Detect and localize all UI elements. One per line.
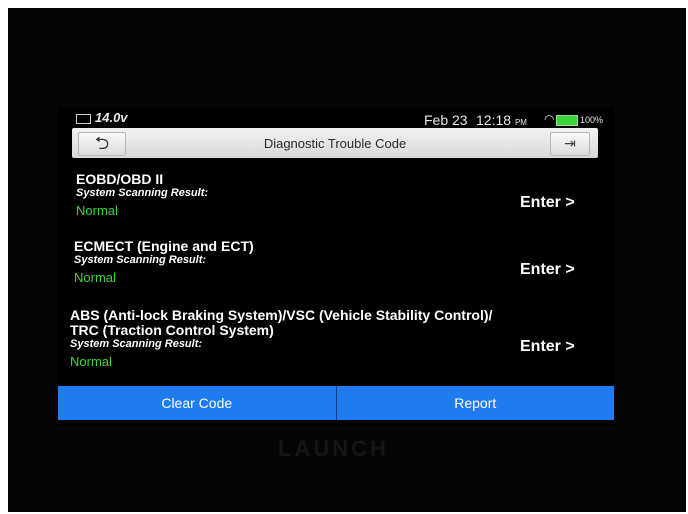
battery-icon	[556, 115, 578, 126]
title-bar: ⮌ Diagnostic Trouble Code ⇥	[72, 128, 598, 158]
exit-button[interactable]: ⇥	[550, 132, 590, 156]
clear-code-button[interactable]: Clear Code	[58, 386, 336, 420]
car-battery-icon	[76, 113, 91, 124]
bottom-action-bar: Clear Code Report	[58, 386, 614, 420]
scan-result-status: Normal	[70, 354, 112, 369]
system-row-ecmect[interactable]: ECMECT (Engine and ECT) System Scanning …	[58, 238, 614, 286]
status-date: Feb 23	[424, 112, 468, 128]
system-name: ECMECT (Engine and ECT)	[74, 238, 254, 254]
system-name-line2: TRC (Traction Control System)	[70, 322, 274, 338]
system-row-abs[interactable]: ABS (Anti-lock Braking System)/VSC (Vehi…	[58, 307, 614, 370]
enter-button[interactable]: Enter >	[520, 338, 575, 356]
screen: 14.0v Feb 23 12:18 PM ◠ 100% ⮌ Diagnosti…	[58, 108, 614, 426]
wifi-icon: ◠	[544, 112, 555, 126]
system-name: EOBD/OBD II	[76, 171, 164, 187]
system-row-eobd[interactable]: EOBD/OBD II System Scanning Result: Norm…	[58, 171, 614, 219]
report-button[interactable]: Report	[337, 386, 615, 420]
exit-icon: ⇥	[564, 135, 576, 151]
device-frame: 14.0v Feb 23 12:18 PM ◠ 100% ⮌ Diagnosti…	[8, 8, 686, 512]
enter-button[interactable]: Enter >	[520, 261, 575, 279]
page-title: Diagnostic Trouble Code	[263, 136, 407, 151]
enter-button[interactable]: Enter >	[520, 194, 575, 212]
battery-voltage: 14.0v	[76, 110, 128, 125]
status-bar: 14.0v Feb 23 12:18 PM ◠ 100%	[58, 108, 614, 128]
brand-logo: LAUNCH	[278, 436, 389, 461]
status-time: 12:18 PM	[476, 112, 527, 128]
system-name: ABS (Anti-lock Braking System)/VSC (Vehi…	[70, 307, 493, 323]
battery-percent: 100%	[580, 115, 604, 125]
